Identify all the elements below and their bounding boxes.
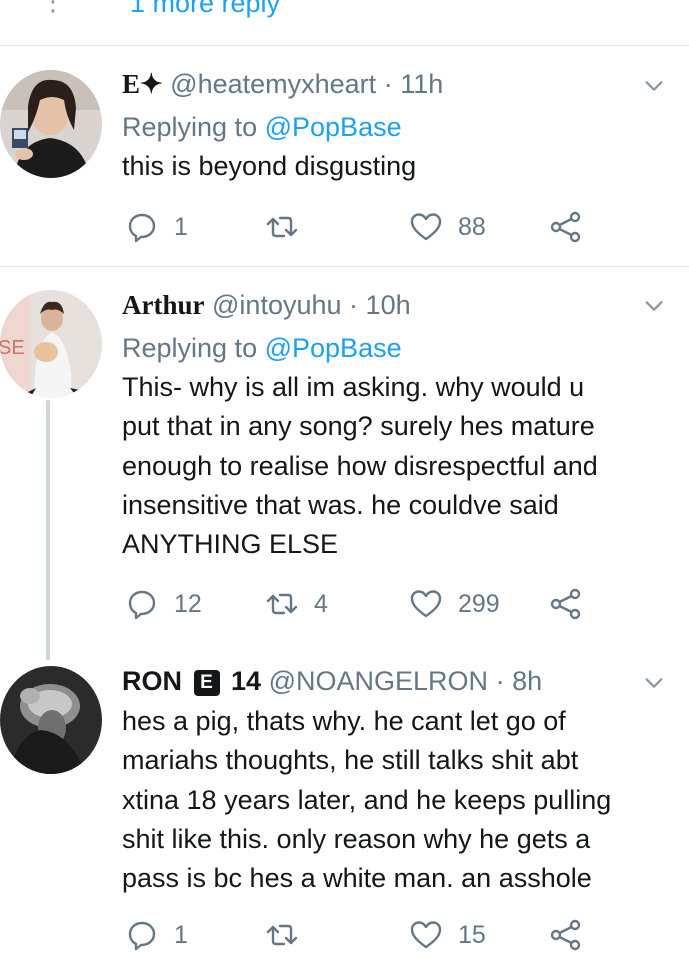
tweet-text: this is beyond disgusting — [122, 151, 417, 181]
replying-to-label: Replying to — [122, 333, 258, 363]
timestamp[interactable]: 10h — [366, 290, 411, 320]
replying-to-handle-link[interactable]: @PopBase — [265, 112, 402, 142]
like-button[interactable]: 299 — [408, 584, 500, 624]
chevron-down-icon[interactable] — [643, 672, 665, 694]
reply-icon — [128, 590, 156, 620]
tweet-text-line: xtina 18 years later, and he keeps pulli… — [122, 784, 612, 815]
avatar[interactable] — [0, 666, 102, 774]
like-count: 15 — [458, 920, 486, 949]
tweet-text-line: enough to realise how disrespectful and — [122, 450, 598, 481]
tweet-text: hes a pig, thats why. he cant let go of … — [122, 702, 649, 898]
chevron-down-icon[interactable] — [643, 75, 665, 97]
retweet-button[interactable]: 4 — [264, 584, 328, 624]
reply-icon — [128, 921, 156, 951]
timestamp[interactable]: 8h — [512, 666, 542, 696]
heart-icon — [410, 590, 442, 618]
share-icon — [550, 588, 581, 620]
like-count: 88 — [458, 212, 486, 241]
retweet-button[interactable] — [264, 915, 314, 955]
like-count: 299 — [458, 589, 500, 618]
display-name[interactable]: Arthur — [122, 290, 205, 320]
user-handle[interactable]: @heatemyxheart — [170, 69, 376, 99]
retweet-count: 4 — [314, 589, 328, 618]
svg-text:SE: SE — [0, 337, 25, 359]
reply-count: 12 — [174, 589, 202, 618]
tweet-text-line: put that in any song? surely hes mature — [122, 411, 595, 442]
display-name[interactable]: E✦ — [122, 69, 163, 99]
reply-count: 1 — [174, 212, 188, 241]
retweet-button[interactable] — [264, 207, 314, 247]
replying-to-line: Replying to @PopBase — [122, 328, 649, 368]
share-button[interactable] — [548, 915, 584, 955]
thread-line — [46, 400, 50, 660]
display-name[interactable]: RON — [122, 666, 182, 696]
share-icon — [550, 919, 581, 951]
tweet-text-line: This- why is all im asking. why would u — [122, 372, 585, 402]
retweet-icon — [266, 216, 298, 238]
reply-count: 1 — [174, 920, 188, 949]
tweet-text: This- why is all im asking. why would u … — [122, 368, 649, 564]
tweet[interactable]: E✦ @heatemyxheart · 11h Replying to @Pop… — [0, 47, 689, 267]
more-dots-icon: ⋮ — [40, 0, 66, 16]
share-button[interactable] — [548, 584, 584, 624]
tweet[interactable]: RON E 14 @NOANGELRON · 8h hes a pig, tha… — [0, 658, 689, 965]
tweet-text-line: hes a pig, thats why. he cant let go of — [122, 706, 566, 736]
tweet[interactable]: SE Arthur @intoyuhu · 10h Replying to @P… — [0, 268, 689, 660]
avatar[interactable]: SE — [0, 290, 102, 398]
tweet-text-line: pass is bc hes a white man. an asshole — [122, 863, 592, 894]
reply-button[interactable]: 12 — [124, 584, 202, 624]
like-button[interactable]: 15 — [408, 915, 486, 955]
share-icon — [550, 211, 581, 243]
separator-dot: · — [383, 69, 393, 99]
tweet-text-line: ANYTHING ELSE — [122, 529, 339, 560]
user-handle[interactable]: @NOANGELRON — [269, 666, 488, 696]
user-handle[interactable]: @intoyuhu — [212, 290, 342, 320]
e-badge-icon: E — [193, 670, 220, 696]
heart-icon — [410, 213, 442, 241]
replying-to-line: Replying to @PopBase — [122, 107, 649, 147]
timestamp[interactable]: 11h — [400, 69, 443, 99]
retweet-icon — [266, 593, 298, 615]
more-reply-link[interactable]: 1 more reply — [130, 0, 280, 19]
reply-button[interactable]: 1 — [124, 207, 188, 247]
retweet-icon — [266, 924, 298, 946]
separator-dot: · — [349, 290, 359, 320]
share-button[interactable] — [548, 207, 584, 247]
replying-to-handle-link[interactable]: @PopBase — [265, 333, 402, 363]
show-more-replies-row[interactable]: ⋮ 1 more reply — [0, 0, 689, 46]
heart-icon — [410, 921, 442, 949]
avatar[interactable] — [0, 70, 102, 178]
reply-button[interactable]: 1 — [124, 915, 188, 955]
reply-icon — [128, 213, 156, 243]
tweet-text-line: mariahs thoughts, he still talks shit ab… — [122, 745, 579, 776]
tweet-text-line: shit like this. only reason why he gets … — [122, 823, 591, 854]
replying-to-label: Replying to — [122, 112, 258, 142]
tweet-text-line: insensitive that was. he couldve said — [122, 489, 559, 520]
like-button[interactable]: 88 — [408, 207, 486, 247]
separator-dot: · — [495, 666, 505, 696]
chevron-down-icon[interactable] — [643, 295, 665, 317]
display-name-suffix[interactable]: 14 — [231, 666, 261, 696]
